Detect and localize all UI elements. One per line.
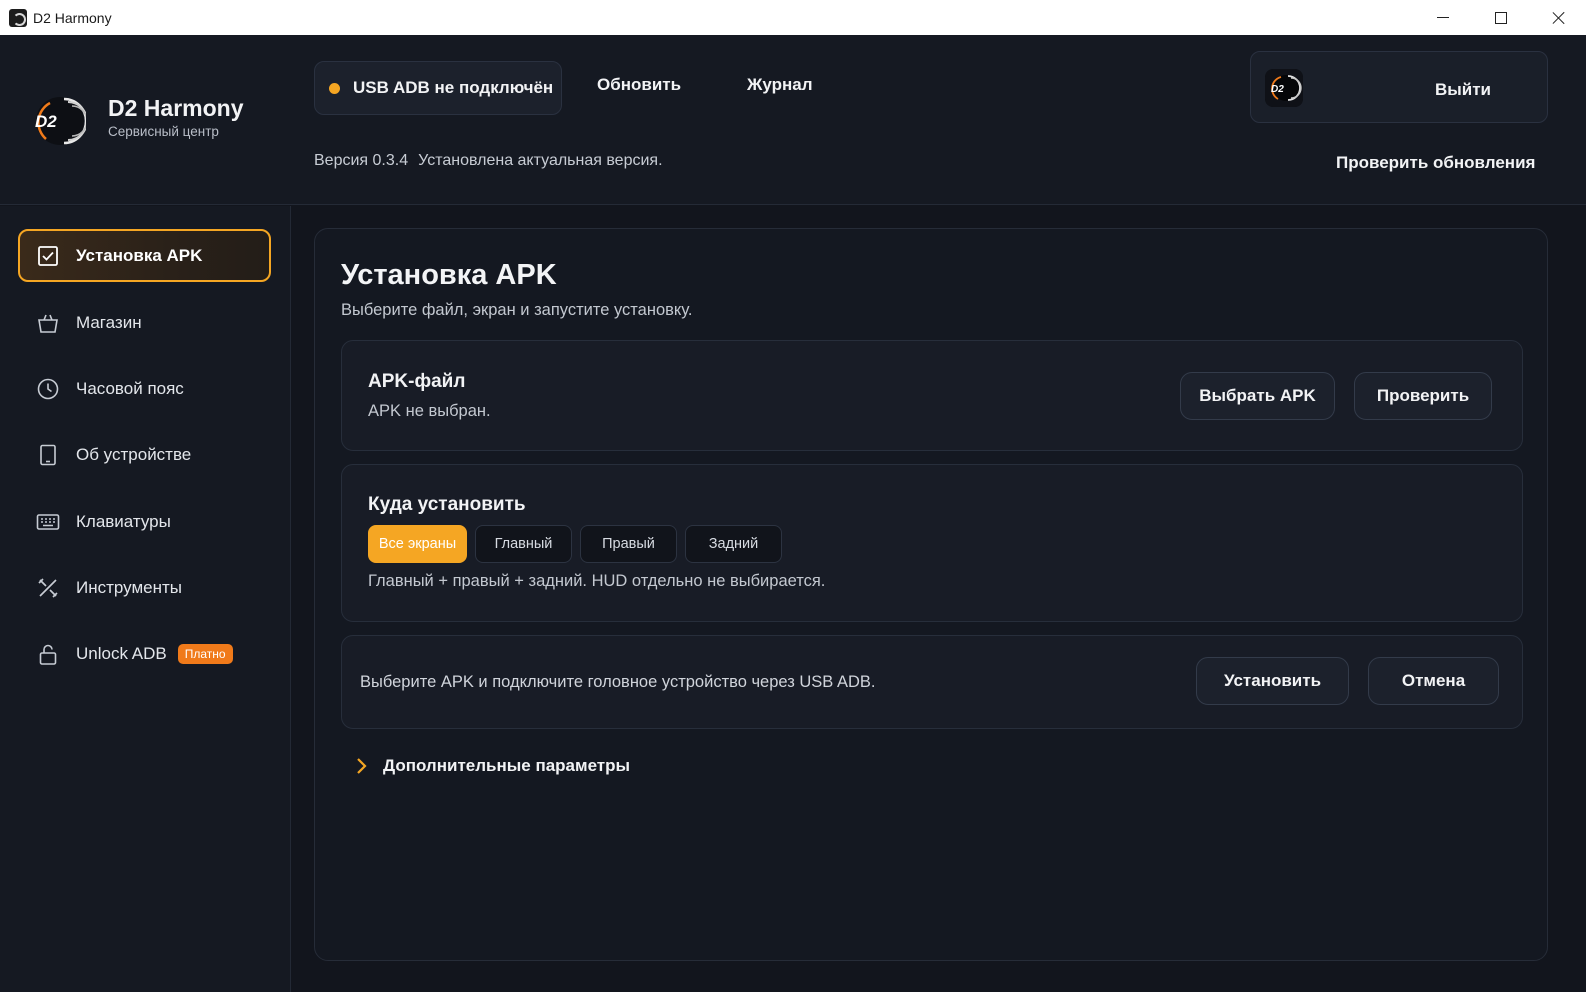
window-titlebar: D2 Harmony: [0, 0, 1586, 35]
sidebar-item-label: Unlock ADB: [76, 643, 167, 663]
sidebar-item-label: Об устройстве: [76, 444, 192, 464]
target-card-note: Главный + правый + задний. HUD отдельно …: [368, 572, 826, 590]
d2-logo-icon: D2: [35, 97, 86, 145]
tools-icon: [36, 576, 60, 600]
apk-card-title: APK-файл: [368, 371, 466, 392]
close-button[interactable]: [1530, 0, 1586, 35]
paid-badge: Платно: [177, 643, 233, 664]
sidebar-item-label: Клавиатуры: [76, 511, 171, 531]
logout-button[interactable]: Выйти: [1435, 80, 1491, 100]
sidebar: Установка APK Магазин Часовой пояс Об ус…: [0, 206, 291, 992]
sidebar-item-tools[interactable]: Инструменты: [18, 561, 271, 614]
install-target-card: Куда установить Все экраны Главный Правы…: [341, 464, 1523, 622]
target-card-title: Куда установить: [368, 494, 526, 515]
screen-selector: Все экраны Главный Правый Задний: [368, 525, 782, 563]
lock-icon: [36, 642, 60, 666]
shopping-bag-icon: [36, 311, 60, 335]
check-updates-button[interactable]: Проверить обновления: [1336, 153, 1535, 173]
sidebar-item-label: Инструменты: [76, 577, 183, 597]
avatar[interactable]: D2: [1265, 69, 1303, 107]
chevron-right-icon: [357, 758, 367, 774]
choose-apk-button[interactable]: Выбрать APK: [1180, 372, 1335, 420]
minimize-icon: [1437, 17, 1449, 18]
screen-option-rear[interactable]: Задний: [685, 525, 782, 563]
verify-button[interactable]: Проверить: [1354, 372, 1492, 420]
app-icon: [9, 8, 27, 27]
sidebar-item-device-info[interactable]: Об устройстве: [18, 428, 271, 481]
apk-file-card: APK-файл APK не выбран. Выбрать APK Пров…: [341, 340, 1523, 451]
sidebar-item-store[interactable]: Магазин: [18, 296, 271, 349]
tablet-icon: [36, 443, 60, 467]
app-header: D2 D2 Harmony Сервисный центр USB ADB не…: [0, 35, 1586, 205]
install-action-card: Выберите APK и подключите головное устро…: [341, 635, 1523, 729]
sidebar-item-label: Часовой пояс: [76, 378, 184, 398]
action-card-note: Выберите APK и подключите головное устро…: [360, 673, 876, 691]
adb-status-pill[interactable]: USB ADB не подключён: [314, 61, 562, 115]
version-info: Версия 0.3.4 Установлена актуальная верси…: [314, 152, 663, 170]
cancel-button[interactable]: Отмена: [1368, 657, 1499, 705]
screen-option-right[interactable]: Правый: [580, 525, 677, 563]
sidebar-item-install-apk[interactable]: Установка APK: [18, 229, 271, 282]
status-dot-icon: [329, 82, 340, 94]
adb-status-text: USB ADB не подключён: [353, 78, 554, 97]
apk-card-note: APK не выбран.: [368, 402, 491, 420]
maximize-icon: [1495, 11, 1507, 24]
brand-subtitle: Сервисный центр: [108, 124, 219, 139]
user-box: D2 Выйти: [1250, 51, 1548, 123]
clock-icon: [36, 377, 60, 401]
sidebar-item-keyboards[interactable]: Клавиатуры: [18, 495, 271, 548]
screen-option-main[interactable]: Главный: [475, 525, 572, 563]
advanced-options-label: Дополнительные параметры: [383, 756, 631, 775]
logo-text: D2: [35, 112, 57, 131]
sidebar-item-unlock-adb[interactable]: Unlock ADB Платно: [18, 627, 271, 680]
close-icon: [1552, 11, 1566, 25]
version-status: Установлена актуальная версия.: [418, 152, 663, 169]
avatar-logo-text: D2: [1271, 84, 1284, 95]
sidebar-item-timezone[interactable]: Часовой пояс: [18, 362, 271, 415]
brand-name: D2 Harmony: [108, 95, 244, 121]
sidebar-item-label: Установка APK: [76, 245, 203, 265]
maximize-button[interactable]: [1472, 0, 1530, 35]
refresh-button[interactable]: Обновить: [597, 75, 681, 95]
version-number: Версия 0.3.4: [314, 152, 409, 169]
main-panel: Установка APK Выберите файл, экран и зап…: [314, 228, 1548, 961]
sidebar-item-label: Магазин: [76, 312, 142, 332]
install-button[interactable]: Установить: [1196, 657, 1349, 705]
keyboard-icon: [36, 510, 60, 534]
advanced-options-toggle[interactable]: Дополнительные параметры: [355, 756, 630, 776]
minimize-button[interactable]: [1414, 0, 1472, 35]
checkbox-icon: [36, 244, 60, 268]
log-button[interactable]: Журнал: [747, 75, 813, 95]
page-title: Установка APK: [341, 259, 557, 291]
screen-option-all[interactable]: Все экраны: [368, 525, 467, 563]
page-subtitle: Выберите файл, экран и запустите установ…: [341, 301, 693, 319]
window-title: D2 Harmony: [33, 9, 112, 26]
